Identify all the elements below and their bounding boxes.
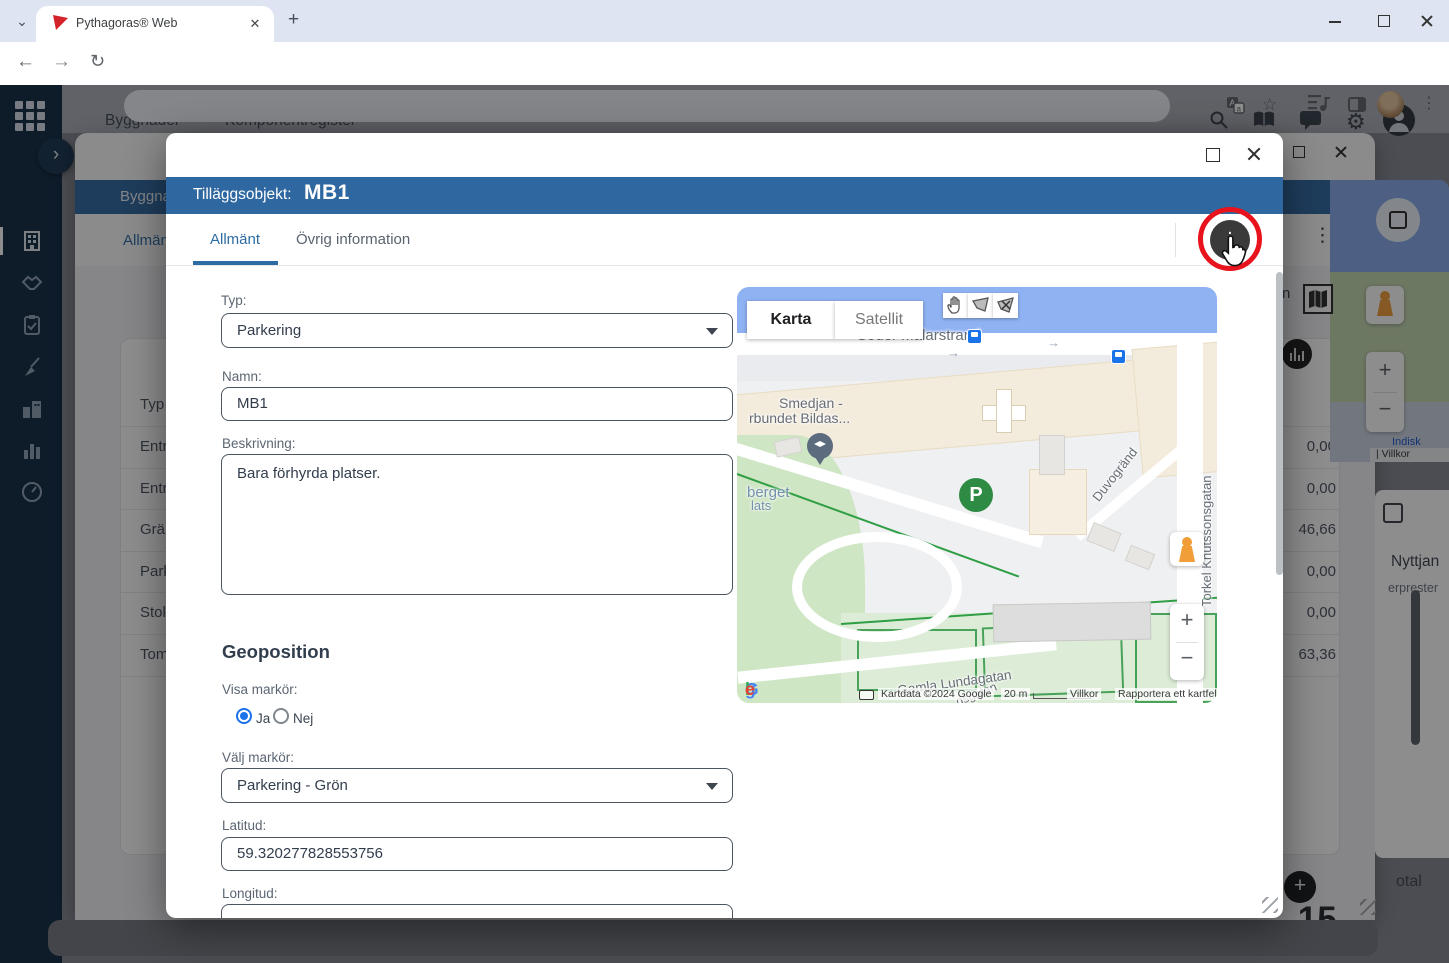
map-building xyxy=(1086,522,1122,552)
beskrivning-label: Beskrivning: xyxy=(222,436,296,451)
forward-button[interactable]: → xyxy=(52,51,71,73)
zoom-out-button[interactable]: − xyxy=(1170,645,1204,671)
valj-markor-value: Parkering - Grön xyxy=(237,777,348,794)
chevron-down-icon xyxy=(706,328,718,335)
map-pegman-control[interactable] xyxy=(1170,532,1204,566)
typ-select[interactable]: Parkering xyxy=(221,313,733,348)
tab-allmant[interactable]: Allmänt xyxy=(210,231,260,248)
new-tab-button[interactable]: + xyxy=(288,9,299,31)
poi-label-plats: lats xyxy=(751,498,772,513)
tab-close-icon[interactable]: ✕ xyxy=(246,15,264,33)
poi-label-smedjan2: rbundet Bildas... xyxy=(749,410,851,426)
poi-label-smedjan: Smedjan - xyxy=(779,395,843,411)
map-building xyxy=(1124,544,1156,571)
radio-nej[interactable] xyxy=(273,708,289,724)
browser-tab-strip: ⌄ Pythagoras® Web ✕ + xyxy=(0,0,1449,42)
divider xyxy=(1175,223,1176,257)
tab-active-underline xyxy=(193,261,278,265)
visa-markor-label: Visa markör: xyxy=(222,682,298,697)
back-button[interactable]: ← xyxy=(16,51,35,73)
tab-search-chevron-icon[interactable]: ⌄ xyxy=(10,10,34,34)
bus-stop-icon[interactable] xyxy=(1111,349,1126,364)
bus-stop-icon[interactable] xyxy=(967,329,982,344)
screen: ⌄ Pythagoras® Web ✕ + ← → ↻ pim.pythagor… xyxy=(0,0,1449,963)
traffic-arrow-icon: → xyxy=(1047,335,1060,350)
polygon-tool-icon[interactable] xyxy=(968,293,993,318)
geoposition-heading: Geoposition xyxy=(222,641,330,662)
map-attribution: Kartdata ©2024 Google xyxy=(878,688,995,700)
map-road-loop xyxy=(792,532,962,642)
google-map[interactable]: Söder Mälarstrand ← → → Smedjan - rbunde… xyxy=(737,287,1217,703)
window-minimize-button[interactable] xyxy=(1326,12,1344,30)
radio-nej-label[interactable]: Nej xyxy=(293,711,313,726)
browser-toolbar: ← → ↻ pim.pythagoras.se/py_datamanager_i… xyxy=(0,42,1449,158)
map-type-karta-button[interactable]: Karta xyxy=(747,301,835,339)
modal-tab-bar: Allmänt Övrig information ⋮ xyxy=(166,214,1283,266)
browser-tab[interactable]: Pythagoras® Web ✕ xyxy=(36,6,274,42)
cursor-icon xyxy=(1221,235,1247,267)
education-marker-icon[interactable] xyxy=(807,433,833,465)
modal-title-value: MB1 xyxy=(304,181,350,204)
typ-value: Parkering xyxy=(237,322,302,339)
beskrivning-textarea[interactable]: Bara förhyrda platser. xyxy=(221,454,733,595)
map-building xyxy=(1029,469,1087,535)
map-building xyxy=(992,601,1152,643)
valj-markor-select[interactable]: Parkering - Grön xyxy=(221,768,733,803)
pythagoras-favicon xyxy=(53,15,68,30)
namn-input[interactable]: MB1 xyxy=(221,387,733,421)
latitud-label: Latitud: xyxy=(222,818,267,833)
modal-maximize-button[interactable] xyxy=(1203,145,1223,165)
map-scale-label: 20 m xyxy=(1001,688,1031,700)
hand-tool-icon[interactable] xyxy=(943,293,968,318)
radio-ja[interactable] xyxy=(236,708,252,724)
beskrivning-value: Bara förhyrda platser. xyxy=(237,465,381,482)
parking-marker[interactable]: P xyxy=(959,478,993,512)
zoom-in-button[interactable]: + xyxy=(1170,607,1204,633)
latitud-value: 59.320277828553756 xyxy=(237,845,383,862)
tillaggsobjekt-modal: Tilläggsobjekt: MB1 Allmänt Övrig inform… xyxy=(166,133,1283,918)
map-church-building xyxy=(996,389,1012,433)
modal-close-button[interactable] xyxy=(1244,145,1264,165)
reload-button[interactable]: ↻ xyxy=(90,51,105,72)
namn-value: MB1 xyxy=(237,395,268,412)
tab-title: Pythagoras® Web xyxy=(76,16,178,30)
pegman-icon xyxy=(1170,532,1204,566)
namn-label: Namn: xyxy=(222,369,262,384)
valj-markor-label: Välj markör: xyxy=(222,750,295,765)
polygon-edit-tool-icon[interactable] xyxy=(993,293,1018,318)
villkor-link[interactable]: Villkor xyxy=(1067,688,1102,700)
keyboard-icon[interactable] xyxy=(859,690,874,700)
longitud-input[interactable] xyxy=(221,904,733,918)
tab-ovrig-information[interactable]: Övrig information xyxy=(296,231,410,248)
modal-title-label: Tilläggsobjekt: xyxy=(193,186,292,203)
longitud-label: Longitud: xyxy=(222,886,278,901)
modal-scrollbar-thumb[interactable] xyxy=(1276,272,1283,575)
map-building xyxy=(1039,435,1065,475)
chevron-down-icon xyxy=(706,783,718,790)
report-map-error-link[interactable]: Rapportera ett kartfel xyxy=(1115,688,1217,700)
map-zoom-control[interactable]: + − xyxy=(1170,604,1204,680)
modal-resize-grip[interactable] xyxy=(1262,897,1278,913)
map-type-satellit-button[interactable]: Satellit xyxy=(835,301,923,339)
modal-title-bar: Tilläggsobjekt: MB1 xyxy=(166,177,1283,214)
window-close-button[interactable] xyxy=(1418,12,1436,30)
radio-ja-label[interactable]: Ja xyxy=(256,711,270,726)
traffic-arrow-icon: → xyxy=(947,345,960,360)
typ-label: Typ: xyxy=(221,293,247,308)
window-maximize-button[interactable] xyxy=(1375,12,1393,30)
latitud-input[interactable]: 59.320277828553756 xyxy=(221,837,733,871)
